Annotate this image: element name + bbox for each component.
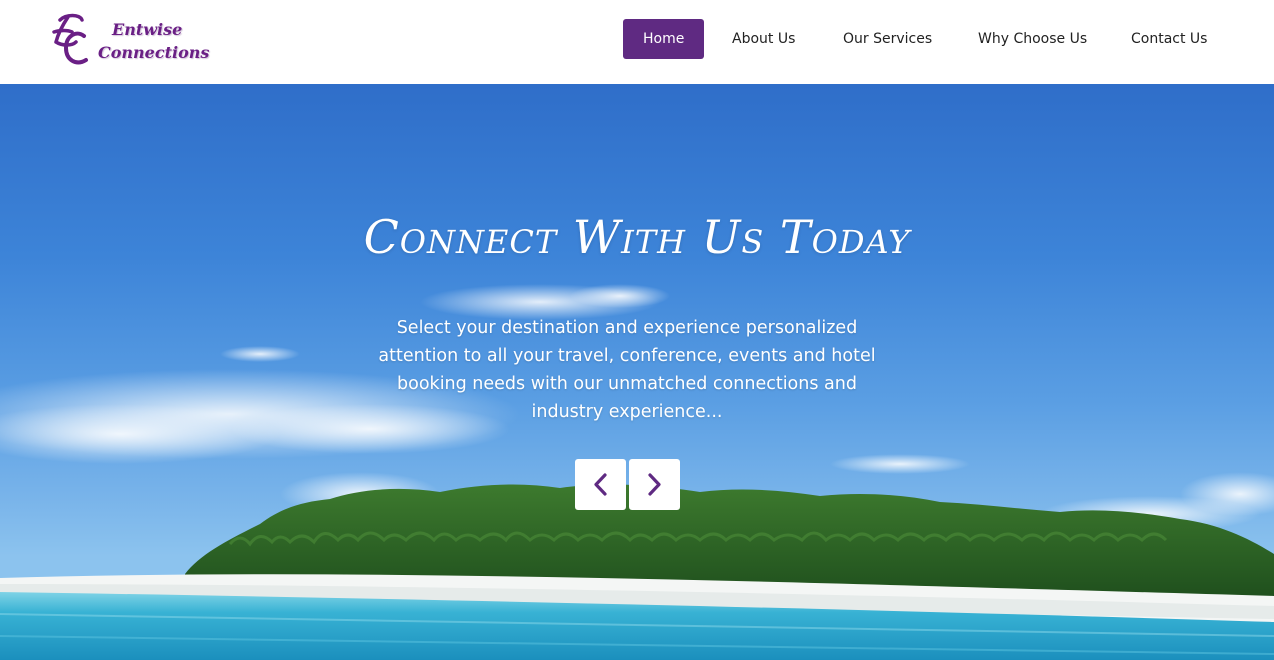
hero-slider: Connect With Us Today Select your destin… (0, 84, 1274, 660)
chevron-left-icon (594, 473, 607, 496)
logo-line-2: Connections (98, 43, 210, 62)
slider-prev-button[interactable] (575, 459, 626, 510)
hero-description: Select your destination and experience p… (378, 318, 876, 422)
nav-our-services[interactable]: Our Services (823, 19, 952, 59)
chevron-right-icon (648, 473, 661, 496)
logo-text: Entwise Connections (98, 18, 209, 64)
ec-monogram-icon (52, 13, 88, 65)
nav-contact-us[interactable]: Contact Us (1111, 19, 1227, 59)
nav-home[interactable]: Home (623, 19, 705, 59)
site-header: Entwise Connections Home About Us Our Se… (0, 0, 1274, 84)
nav-about-us[interactable]: About Us (712, 19, 815, 59)
site-logo[interactable]: Entwise Connections (46, 12, 216, 72)
logo-line-1: Entwise (112, 20, 183, 39)
nav-why-choose-us[interactable]: Why Choose Us (958, 19, 1107, 59)
hero-title: Connect With Us Today (363, 210, 911, 264)
slider-next-button[interactable] (629, 459, 680, 510)
